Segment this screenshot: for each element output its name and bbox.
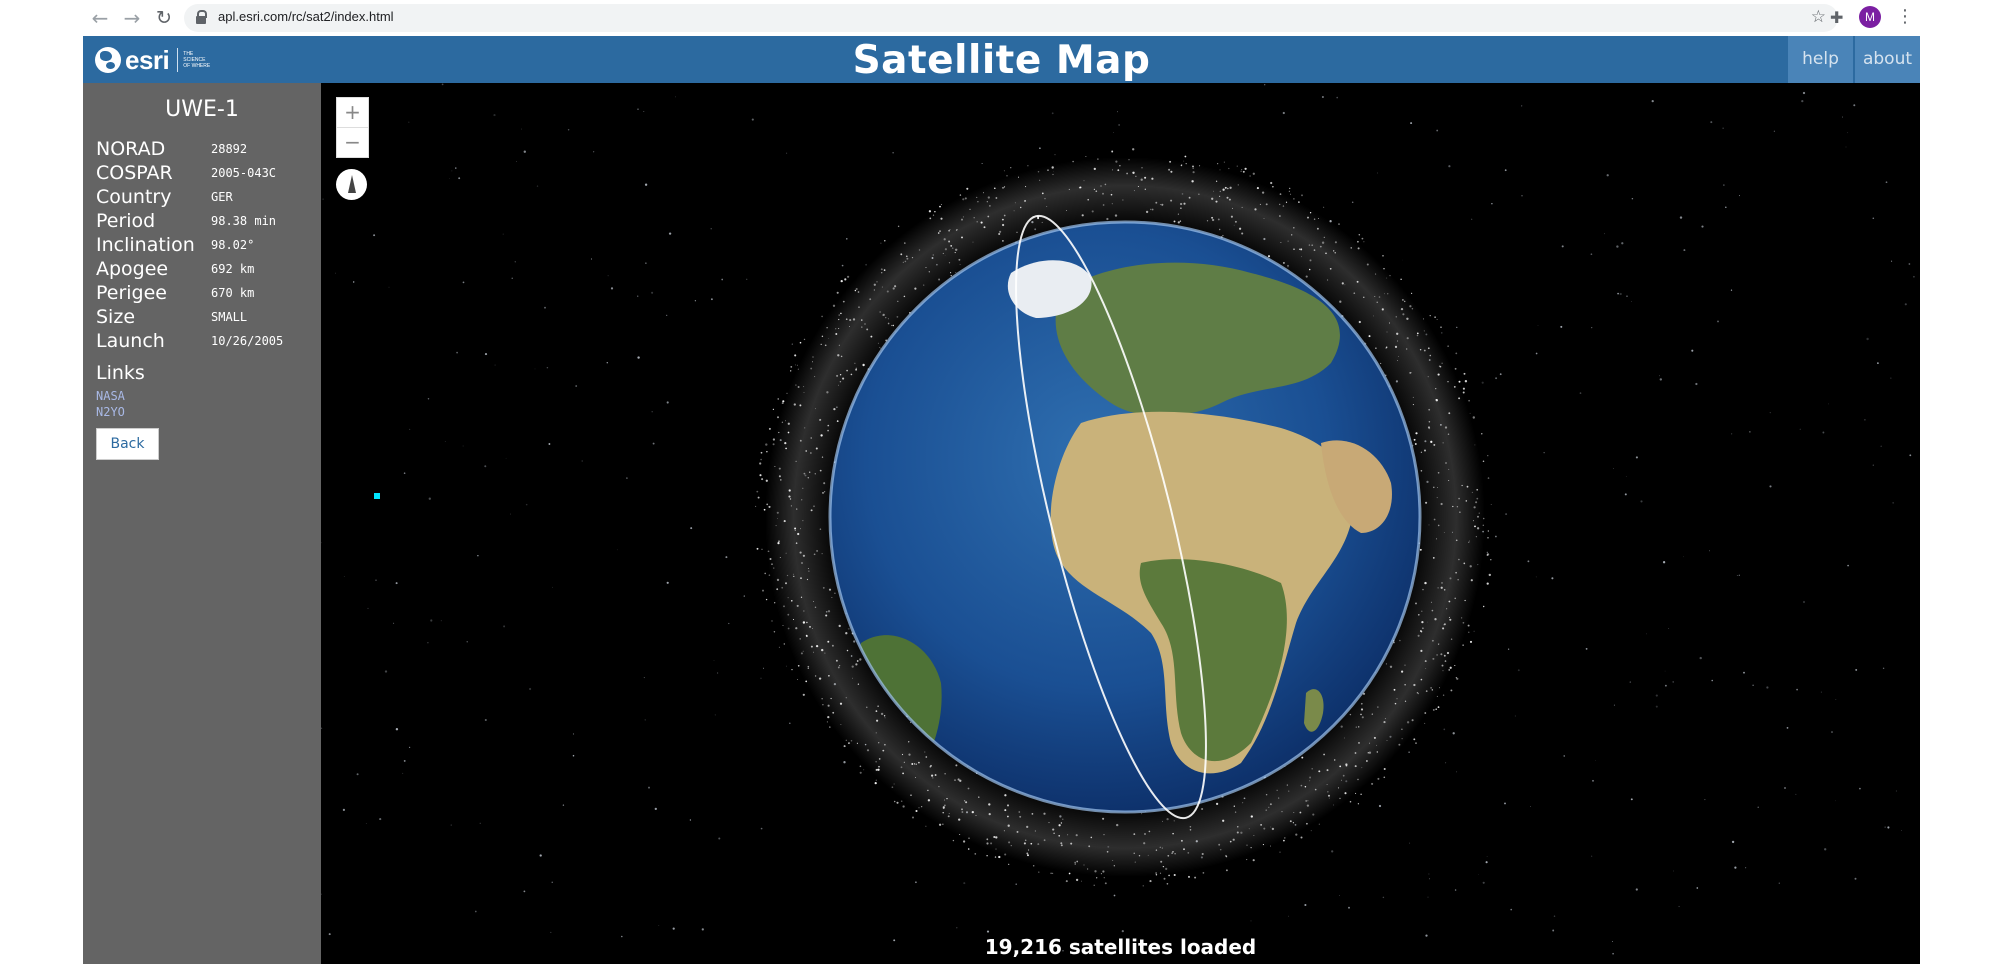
- info-value: 10/26/2005: [211, 334, 284, 348]
- selected-satellite-marker[interactable]: [374, 493, 380, 499]
- avatar[interactable]: M: [1859, 6, 1881, 28]
- url-text: apl.esri.com/rc/sat2/index.html: [218, 9, 394, 24]
- satellite-name: UWE-1: [165, 97, 239, 122]
- info-value: 692 km: [211, 262, 255, 276]
- links-heading: Links: [96, 362, 145, 384]
- app: esri THE SCIENCE OF WHERE Satellite Map …: [83, 36, 1920, 964]
- info-value: 2005-043C: [211, 166, 277, 180]
- globe-map-view[interactable]: + − 19,216 satellites loaded: [321, 83, 1920, 964]
- zoom-out-button[interactable]: −: [337, 128, 368, 157]
- puzzle-icon[interactable]: ✚: [1830, 8, 1843, 27]
- info-label: Period: [96, 210, 156, 232]
- app-header: esri THE SCIENCE OF WHERE Satellite Map …: [83, 36, 1920, 83]
- compass-button[interactable]: [336, 169, 367, 200]
- kebab-icon[interactable]: ⋮: [1896, 6, 1914, 27]
- page-title: Satellite Map: [852, 38, 1151, 83]
- status-text: 19,216 satellites loaded: [984, 935, 1257, 959]
- reload-icon[interactable]: ↻: [152, 6, 176, 30]
- browser-toolbar: ← → ↻ apl.esri.com/rc/sat2/index.html ☆ …: [0, 0, 2002, 36]
- star-icon[interactable]: ☆: [1811, 7, 1826, 27]
- compass-icon: [348, 175, 356, 193]
- back-button[interactable]: Back: [96, 428, 159, 460]
- help-button[interactable]: help: [1788, 36, 1853, 83]
- zoom-control: + −: [336, 97, 369, 158]
- address-bar[interactable]: apl.esri.com/rc/sat2/index.html ☆: [184, 4, 1838, 32]
- forward-arrow-icon[interactable]: →: [120, 6, 144, 30]
- info-value: SMALL: [211, 310, 248, 324]
- info-label: Apogee: [96, 258, 169, 280]
- info-label: Country: [96, 186, 172, 208]
- info-value: 28892: [211, 142, 248, 156]
- link-nasa[interactable]: NASA: [96, 389, 125, 403]
- back-arrow-icon[interactable]: ←: [88, 6, 112, 30]
- zoom-in-button[interactable]: +: [337, 98, 368, 128]
- globe-scene[interactable]: [321, 83, 1920, 964]
- info-value: 670 km: [211, 286, 255, 300]
- link-n2yo[interactable]: N2YO: [96, 405, 125, 419]
- info-label: Size: [96, 306, 136, 328]
- info-label: COSPAR: [96, 162, 173, 184]
- info-value: 98.02°: [211, 238, 255, 252]
- info-label: Launch: [96, 330, 165, 352]
- info-label: Inclination: [96, 234, 195, 256]
- lock-icon: [196, 10, 207, 24]
- info-value: GER: [211, 190, 233, 204]
- satellite-info-panel: UWE-1 NORAD 28892 COSPAR 2005-043C Count…: [83, 83, 321, 964]
- earth-globe[interactable]: [828, 220, 1422, 814]
- info-label: Perigee: [96, 282, 167, 304]
- about-button[interactable]: about: [1855, 36, 1920, 83]
- info-label: NORAD: [96, 138, 166, 160]
- info-value: 98.38 min: [211, 214, 277, 228]
